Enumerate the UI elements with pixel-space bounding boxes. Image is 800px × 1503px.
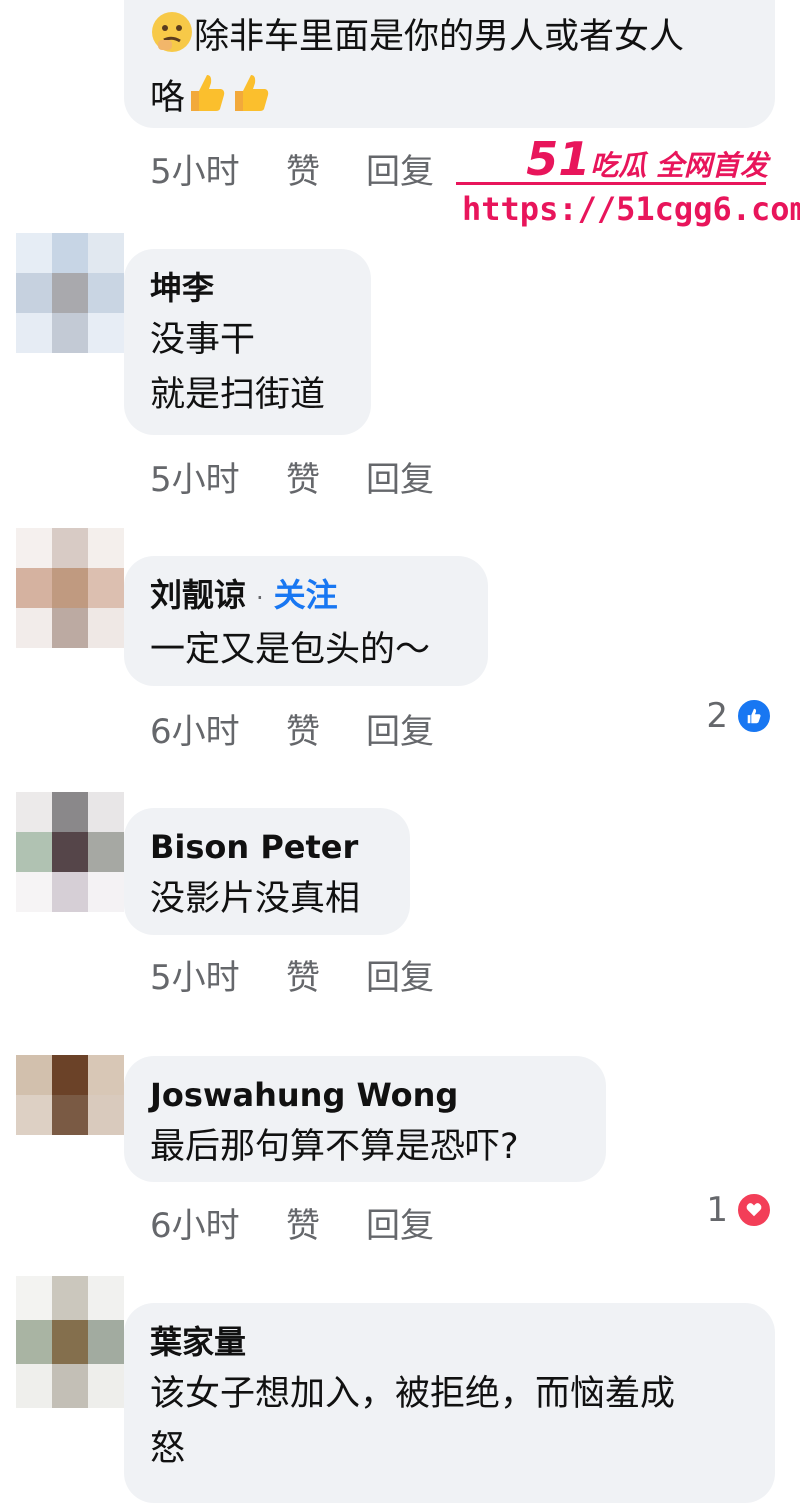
- thumbs-up-icon: [185, 71, 229, 132]
- comment-text: 除非车里面是你的男人或者女人 咯: [150, 10, 749, 132]
- comment-actions: 5小时 赞回复: [150, 950, 434, 999]
- like-button[interactable]: 赞: [286, 452, 366, 501]
- comment-bubble: 坤李 没事干 就是扫街道: [124, 249, 371, 435]
- thinking-face-icon: [150, 10, 194, 71]
- commenter-name[interactable]: 葉家量: [150, 1317, 749, 1367]
- comment-time: 5小时: [150, 958, 240, 998]
- comment-time: 5小时: [150, 152, 240, 192]
- love-reaction-icon: [736, 1192, 772, 1228]
- comment-time: 5小时: [150, 460, 240, 500]
- comment-bubble: 葉家量 该女子想加入，被拒绝，而恼羞成 怒: [124, 1303, 775, 1503]
- commenter-name[interactable]: 刘靓谅: [150, 576, 246, 614]
- watermark-line: [456, 182, 766, 185]
- comment-bubble: 除非车里面是你的男人或者女人 咯: [124, 0, 775, 128]
- reaction-count: 2: [706, 696, 728, 736]
- watermark: 51吃瓜 全网首发 https://51cgg6.com: [456, 128, 800, 238]
- like-button[interactable]: 赞: [286, 950, 366, 999]
- comment-line: 没事干: [150, 320, 256, 360]
- watermark-brand: 51吃瓜 全网首发: [526, 132, 768, 186]
- commenter-name[interactable]: Joswahung Wong: [150, 1070, 580, 1120]
- reply-button[interactable]: 回复: [366, 950, 434, 999]
- comment-bubble: 刘靓谅 · 关注 一定又是包头的～: [124, 556, 488, 686]
- comment-line: 一定又是包头的～: [150, 630, 431, 670]
- reply-button[interactable]: 回复: [366, 452, 434, 501]
- comment-actions: 6小时 赞回复: [150, 704, 434, 753]
- reply-button[interactable]: 回复: [366, 1198, 434, 1247]
- comment-actions: 5小时 赞回复: [150, 452, 434, 501]
- comment-actions: 6小时 赞回复: [150, 1198, 434, 1247]
- follow-button[interactable]: 关注: [274, 576, 338, 614]
- comment-time: 6小时: [150, 712, 240, 752]
- avatar[interactable]: [16, 1276, 124, 1408]
- reaction-summary[interactable]: 1: [706, 1190, 772, 1230]
- reply-button[interactable]: 回复: [366, 704, 434, 753]
- reaction-count: 1: [706, 1190, 728, 1230]
- like-button[interactable]: 赞: [286, 704, 366, 753]
- comment-line: 咯: [150, 78, 186, 118]
- comment-header: 刘靓谅 · 关注: [150, 570, 462, 623]
- comment-line: 没影片没真相: [150, 879, 361, 919]
- comment-actions: 5小时 赞回复: [150, 144, 434, 193]
- comment-time: 6小时: [150, 1206, 240, 1246]
- watermark-url: https://51cgg6.com: [462, 190, 800, 228]
- separator: ·: [256, 584, 264, 612]
- comment-line: 最后那句算不算是恐吓?: [150, 1127, 519, 1167]
- comment-line: 怒: [150, 1429, 186, 1469]
- comment-bubble: Joswahung Wong 最后那句算不算是恐吓?: [124, 1056, 606, 1182]
- commenter-name[interactable]: Bison Peter: [150, 822, 384, 872]
- avatar[interactable]: [16, 528, 124, 648]
- like-button[interactable]: 赞: [286, 144, 366, 193]
- comment-line: 就是扫街道: [150, 375, 326, 415]
- avatar[interactable]: [16, 233, 124, 353]
- avatar[interactable]: [16, 1055, 124, 1173]
- commenter-name[interactable]: 坤李: [150, 263, 345, 313]
- avatar[interactable]: [16, 792, 124, 912]
- comment-line: 该女子想加入，被拒绝，而恼羞成: [150, 1374, 676, 1414]
- like-button[interactable]: 赞: [286, 1198, 366, 1247]
- comment-bubble: Bison Peter 没影片没真相: [124, 808, 410, 935]
- like-reaction-icon: [736, 698, 772, 734]
- comment-line: 除非车里面是你的男人或者女人: [194, 17, 685, 57]
- reaction-summary[interactable]: 2: [706, 696, 772, 736]
- thumbs-up-icon: [229, 71, 273, 132]
- reply-button[interactable]: 回复: [366, 144, 434, 193]
